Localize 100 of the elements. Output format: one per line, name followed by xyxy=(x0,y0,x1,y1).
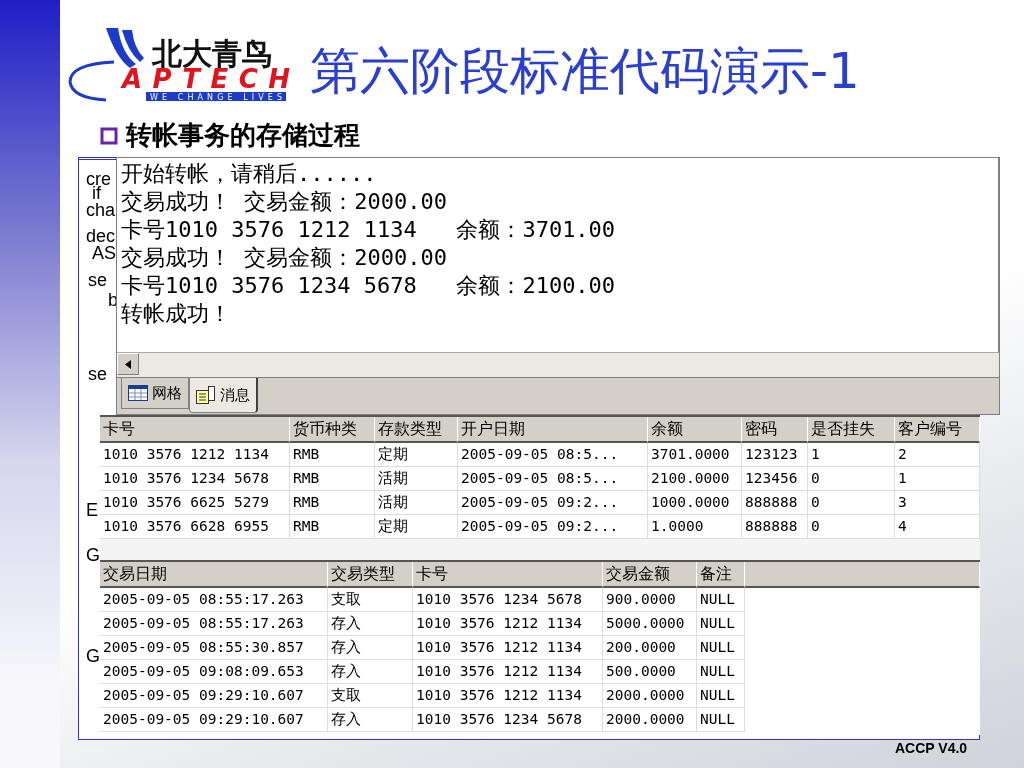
table-cell: 1 xyxy=(895,467,980,491)
table-cell: 2005-09-05 09:29:10.607 xyxy=(100,708,328,732)
table-cell: 2005-09-05 09:29:10.607 xyxy=(100,684,328,708)
column-header[interactable]: 交易类型 xyxy=(328,562,413,588)
message-line: 卡号1010 3576 1234 5678 余额：2100.00 xyxy=(121,272,617,300)
table-cell: 1010 3576 1212 1134 xyxy=(413,636,603,660)
table-cell: 1010 3576 1212 1134 xyxy=(413,660,603,684)
table-cell: 存入 xyxy=(328,708,413,732)
grid-icon xyxy=(128,385,148,401)
column-header[interactable]: 卡号 xyxy=(413,562,603,588)
code-fragment: G xyxy=(86,545,100,565)
table-cell: 1010 3576 1234 5678 xyxy=(413,588,603,612)
table-cell: 2005-09-05 08:5... xyxy=(458,443,648,467)
code-fragment: cha xyxy=(86,200,116,220)
slide-title: 第六阶段标准代码演示-1 xyxy=(310,41,860,102)
message-line: 开始转帐，请稍后...... xyxy=(121,160,378,188)
table-cell: 2005-09-05 08:55:17.263 xyxy=(100,612,328,636)
table-cell: 1010 3576 1212 1134 xyxy=(413,684,603,708)
table-cell: 5000.0000 xyxy=(603,612,697,636)
table-cell: 0 xyxy=(808,491,895,515)
column-header[interactable]: 是否挂失 xyxy=(808,417,895,443)
table-cell: 1010 3576 1212 1134 xyxy=(100,443,290,467)
table-cell: 888888 xyxy=(742,491,808,515)
table-cell: 1010 3576 6625 5279 xyxy=(100,491,290,515)
table-cell: 1010 3576 6628 6955 xyxy=(100,515,290,539)
table-cell: NULL xyxy=(697,660,745,684)
table-cell: NULL xyxy=(697,636,745,660)
table-cell: 1010 3576 1234 5678 xyxy=(100,467,290,491)
scroll-left-icon[interactable] xyxy=(125,359,131,369)
message-line: 转帐成功！ xyxy=(121,300,232,328)
table-cell: 存入 xyxy=(328,612,413,636)
logo-tagline: WE CHANGE LIVES xyxy=(150,93,282,102)
table-cell: 1.0000 xyxy=(648,515,742,539)
message-line: 交易成功！ 交易金额：2000.00 xyxy=(121,188,448,216)
footer-version: ACCP V4.0 xyxy=(895,740,968,756)
table-cell: 123456 xyxy=(742,467,808,491)
column-header[interactable]: 客户编号 xyxy=(895,417,980,443)
table-cell: 0 xyxy=(808,515,895,539)
column-header[interactable]: 开户日期 xyxy=(458,417,648,443)
table-cell: 存入 xyxy=(328,636,413,660)
message-line: 卡号1010 3576 1212 1134 余额：3701.00 xyxy=(121,216,617,244)
code-fragment: G xyxy=(86,646,100,666)
table-cell: NULL xyxy=(697,684,745,708)
table-cell: 定期 xyxy=(375,515,458,539)
table-cell: 2005-09-05 08:5... xyxy=(458,467,648,491)
table-cell: NULL xyxy=(697,612,745,636)
document-icon xyxy=(196,386,216,404)
column-header[interactable]: 密码 xyxy=(742,417,808,443)
table-cell: 888888 xyxy=(742,515,808,539)
column-header[interactable]: 存款类型 xyxy=(375,417,458,443)
code-fragment: se xyxy=(88,270,107,290)
table-cell: NULL xyxy=(697,708,745,732)
table-cell: 3701.0000 xyxy=(648,443,742,467)
table-cell: 4 xyxy=(895,515,980,539)
code-fragment: se xyxy=(88,364,107,384)
column-header[interactable]: 卡号 xyxy=(100,417,290,443)
table-cell: 1010 3576 1234 5678 xyxy=(413,708,603,732)
table-cell: 2100.0000 xyxy=(648,467,742,491)
table-cell: 3 xyxy=(895,491,980,515)
table-cell: 2000.0000 xyxy=(603,684,697,708)
table-cell: 900.0000 xyxy=(603,588,697,612)
table-cell: 支取 xyxy=(328,684,413,708)
result-tab[interactable]: 消息 xyxy=(189,378,258,413)
table-cell: 2005-09-05 08:55:30.857 xyxy=(100,636,328,660)
column-header[interactable]: 交易金额 xyxy=(603,562,697,588)
message-line: 交易成功！ 交易金额：2000.00 xyxy=(121,244,448,272)
square-bullet-icon xyxy=(100,126,118,145)
table-cell: 活期 xyxy=(375,467,458,491)
table-cell: 200.0000 xyxy=(603,636,697,660)
column-header[interactable]: 余额 xyxy=(648,417,742,443)
table-cell: 2005-09-05 09:2... xyxy=(458,491,648,515)
table-cell: 支取 xyxy=(328,588,413,612)
column-header[interactable]: 备注 xyxy=(697,562,745,588)
table-cell: 1000.0000 xyxy=(648,491,742,515)
column-header[interactable]: 货币种类 xyxy=(290,417,375,443)
table-cell: 2005-09-05 09:08:09.653 xyxy=(100,660,328,684)
column-header[interactable]: 交易日期 xyxy=(100,562,328,588)
horizontal-scrollbar[interactable] xyxy=(117,352,999,378)
table-cell: RMB xyxy=(290,515,375,539)
result-tab[interactable]: 网格 xyxy=(121,378,189,409)
table-cell: 存入 xyxy=(328,660,413,684)
table-cell: 1010 3576 1212 1134 xyxy=(413,612,603,636)
code-fragment: E xyxy=(86,500,98,520)
table-cell: NULL xyxy=(697,588,745,612)
table-cell: 2005-09-05 08:55:17.263 xyxy=(100,588,328,612)
bullet-text: 转帐事务的存储过程 xyxy=(126,119,360,152)
table-cell: 定期 xyxy=(375,443,458,467)
table-cell: 0 xyxy=(808,467,895,491)
table-cell: 2 xyxy=(895,443,980,467)
table-cell: 500.0000 xyxy=(603,660,697,684)
table-cell: RMB xyxy=(290,467,375,491)
table-cell: 活期 xyxy=(375,491,458,515)
table-cell: 123123 xyxy=(742,443,808,467)
table-cell: RMB xyxy=(290,491,375,515)
code-fragment: dec xyxy=(86,226,116,246)
code-fragment: AS xyxy=(92,243,116,263)
table-cell: RMB xyxy=(290,443,375,467)
table-cell: 2000.0000 xyxy=(603,708,697,732)
table-cell: 2005-09-05 09:2... xyxy=(458,515,648,539)
table-cell: 1 xyxy=(808,443,895,467)
